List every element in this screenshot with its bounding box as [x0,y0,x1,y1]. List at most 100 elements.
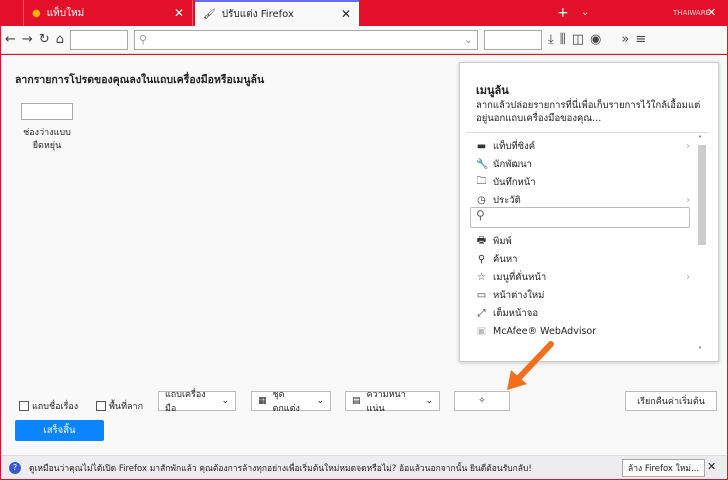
item-label: ประวัติ [493,195,521,206]
restore-defaults-button[interactable]: เรียกคืนค่าเริ่มต้น [625,391,717,411]
tab-bar: ● แท็บใหม่ ✕ 🖌 ปรับแต่ง Firefox ✕ + ⌄ THAIWA… [1,0,727,26]
themes-dropdown[interactable]: ▦ ชุดตกแต่ง ⌄ [251,390,331,414]
checkbox-label: แถบชื่อเรื่อง [32,402,79,412]
search-icon: ⚲ [138,33,148,46]
dropdown-label: ความหนาแน่น [366,390,406,414]
drag-space-checkbox[interactable]: พื้นที่ลาก [96,399,143,413]
new-window-icon: ▭ [476,290,487,301]
divider [466,132,709,133]
watermark-logo: THAIWARE [673,9,711,17]
unicorn-icon: ✧ [478,396,486,406]
overflow-panel: เมนูล้น ลากแล้วปล่อยรายการที่นี่เพื่อเก็… [459,62,719,362]
item-label: McAfee® WebAdvisor [493,326,597,337]
done-button[interactable]: เสร็จสิ้น [15,420,104,441]
flexible-space [69,29,128,50]
overflow-item-synced-tabs[interactable]: ▬ แท็บที่ซิงค์ › [476,138,690,155]
wrench-icon: 🔧 [476,159,489,170]
forward-icon[interactable]: → [22,32,33,47]
chevron-right-icon: › [686,272,690,283]
overflow-item-save-page[interactable]: 🗀 บันทึกหน้า [476,174,690,191]
firefox-icon: ● [32,7,41,19]
scrollbar-thumb[interactable] [698,145,706,245]
dropdown-label: แถบเครื่องมือ [165,390,206,414]
tab-label: แท็บใหม่ [46,7,85,19]
search-icon: ⚲ [476,208,485,222]
tab-customize[interactable]: 🖌 ปรับแต่ง Firefox ✕ [195,0,359,26]
brush-icon: 🖌 [203,8,216,20]
overflow-item-print[interactable]: 🖶 พิมพ์ [476,233,690,250]
close-window-icon[interactable]: ✕ [707,0,716,26]
clock-icon: ◷ [477,195,486,206]
chevron-right-icon: › [686,141,690,152]
title-bar-checkbox[interactable]: แถบชื่อเรื่อง [19,399,78,413]
customize-area: ลากรายการโปรดของคุณลงในแถบเครื่องมือหรือ… [1,55,727,455]
overflow-item-find[interactable]: ⚲ ค้นหา [476,251,690,268]
item-label: พิมพ์ [493,236,512,247]
item-label: บันทึกหน้า [493,177,536,188]
button-label: เรียกคืนค่าเริ่มต้น [637,397,705,407]
search-widget[interactable]: ⚲ [470,207,690,228]
home-icon[interactable]: ⌂ [56,32,64,47]
tab-new-tab[interactable]: ● แท็บใหม่ ✕ [23,0,193,26]
close-tab-icon[interactable]: ✕ [341,7,351,21]
save-page-icon: 🗀 [476,176,487,187]
density-dropdown[interactable]: ▤ ความหนาแน่น ⌄ [345,390,440,414]
reload-icon[interactable]: ↻ [39,32,50,47]
chevron-down-icon: ⌄ [425,396,433,406]
dropdown-icon[interactable]: ⌄ [464,33,473,46]
account-icon[interactable]: ◉ [590,32,601,47]
item-label: หน้าต่างใหม่ [493,290,545,301]
sidebar-icon[interactable]: ◫ [572,32,584,47]
firefox-window: ● แท็บใหม่ ✕ 🖌 ปรับแต่ง Firefox ✕ + ⌄ THAIWA… [1,0,727,479]
page-title: ลากรายการโปรดของคุณลงในแถบเครื่องมือหรือ… [15,74,265,86]
overflow-icon[interactable]: » [621,32,629,47]
theme-icon: ▦ [258,396,267,406]
flexible-space-label: ช่องว่างแบบยืดหยุ่น [23,128,71,151]
back-icon[interactable]: ← [5,32,16,47]
overflow-item-new-window[interactable]: ▭ หน้าต่างใหม่ [476,287,690,304]
url-bar[interactable]: ⚲ ⌄ [133,29,478,50]
customize-footer: แถบชื่อเรื่อง พื้นที่ลาก แถบเครื่องมือ ⌄ … [1,390,727,421]
bookmark-menu-icon: ☆ [477,272,486,283]
scroll-down-icon[interactable]: ˅ [698,346,702,355]
close-tab-icon[interactable]: ✕ [174,6,184,20]
scroll-up-icon[interactable]: ˄ [698,135,702,144]
item-label: ค้นหา [493,254,518,265]
notification-text: ดูเหมือนว่าคุณไม่ได้เปิด Firefox มาสักพั… [29,463,532,474]
item-label: เมนูที่คั่นหน้า [493,272,547,283]
tab-list-icon[interactable]: ⌄ [581,0,589,26]
item-label: นักพัฒนา [493,159,532,170]
overflow-item-developer[interactable]: 🔧 นักพัฒนา [476,156,690,173]
nav-toolbar: ← → ↻ ⌂ ⚲ ⌄ ⤓ ⫼ ◫ ◉ » ≡ [1,26,727,54]
mcafee-icon: ▣ [476,326,487,337]
printer-icon: 🖶 [476,235,487,246]
notification-bar: ? ดูเหมือนว่าคุณไม่ได้เปิด Firefox มาสัก… [1,455,727,479]
extra-button[interactable]: ✧ [454,391,510,411]
orange-arrow-annotation [507,341,554,390]
menu-icon[interactable]: ≡ [635,32,646,47]
density-icon: ▤ [352,396,361,406]
tab-label: ปรับแต่ง Firefox [221,8,294,20]
overflow-item-bookmarks-menu[interactable]: ☆ เมนูที่คั่นหน้า › [476,269,690,286]
laptop-icon: ▬ [476,141,487,152]
flexible-space [483,29,542,50]
checkbox-label: พื้นที่ลาก [109,402,144,412]
refresh-firefox-button[interactable]: ล้าง Firefox ใหม่... [622,459,706,477]
flexible-space-item[interactable] [21,103,73,120]
new-tab-icon[interactable]: + [557,0,569,26]
download-icon[interactable]: ⤓ [548,32,554,47]
close-notification-icon[interactable]: ✕ [707,460,716,473]
panel-description: ลากแล้วปล่อยรายการที่นี่เพื่อเก็บรายการไ… [476,100,701,124]
toolbars-dropdown[interactable]: แถบเครื่องมือ ⌄ [158,390,236,414]
overflow-item-fullscreen[interactable]: ⤢ เต็มหน้าจอ [476,305,690,322]
search-icon: ⚲ [477,254,486,265]
question-icon: ? [9,461,21,474]
chevron-down-icon: ⌄ [316,396,324,406]
panel-title: เมนูล้น [476,84,509,97]
library-icon[interactable]: ⫼ [560,32,566,47]
item-label: เต็มหน้าจอ [493,308,539,319]
item-label: แท็บที่ซิงค์ [493,141,536,152]
dropdown-label: ชุดตกแต่ง [272,390,300,414]
chevron-down-icon: ⌄ [221,396,229,406]
fullscreen-icon: ⤢ [477,308,486,319]
